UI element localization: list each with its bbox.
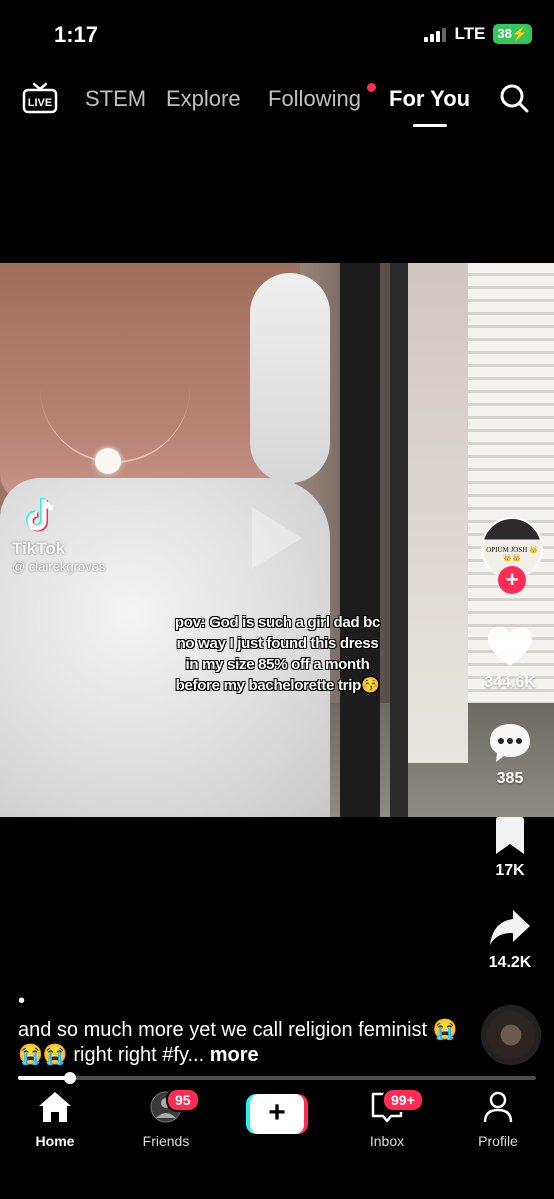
network-type: LTE <box>454 24 486 43</box>
share-button[interactable]: 14.2K <box>474 908 546 972</box>
tab-profile-label: Profile <box>478 1133 518 1149</box>
status-time: 1:17 <box>54 22 99 47</box>
playback-progress[interactable] <box>18 1072 536 1084</box>
live-icon[interactable]: LIVE <box>22 82 58 114</box>
tab-for-you[interactable]: For You <box>389 86 470 112</box>
bottom-tab-bar: Home 95 Friends + 99+ Inbox Profile <box>0 1084 554 1199</box>
video-necklace <box>95 448 121 474</box>
status-bar: 1:17 LTE 38⚡ <box>0 0 554 70</box>
video-caption-overlay: pov: God is such a girl dad bc no way I … <box>174 614 381 694</box>
tab-friends-label: Friends <box>142 1133 190 1149</box>
create-button[interactable]: + <box>246 1094 308 1134</box>
save-button[interactable]: 17K <box>474 816 546 880</box>
tab-explore[interactable]: Explore <box>166 86 241 112</box>
playback-progress-fill <box>18 1076 70 1080</box>
active-tab-indicator <box>413 124 447 127</box>
tiktok-logo-icon <box>26 498 54 532</box>
tab-friends[interactable]: 95 Friends <box>121 1088 211 1149</box>
top-nav: LIVE STEM Explore Following For You <box>0 78 554 130</box>
music-disc-avatar[interactable] <box>481 1005 541 1065</box>
inbox-badge: 99+ <box>382 1088 424 1112</box>
search-icon[interactable] <box>498 82 530 114</box>
comment-icon <box>490 724 530 762</box>
tab-inbox-label: Inbox <box>369 1133 405 1149</box>
tab-home[interactable]: Home <box>10 1090 100 1149</box>
video-description[interactable]: and so much more yet we call religion fe… <box>18 1018 468 1068</box>
tiktok-watermark: TikTok @ clairekgroves <box>12 496 162 574</box>
comment-count: 385 <box>496 770 524 787</box>
tab-stem[interactable]: STEM <box>85 86 146 112</box>
more-link[interactable]: more <box>210 1044 259 1066</box>
video-dress-feather <box>250 273 330 483</box>
comment-button[interactable]: 385 <box>474 722 546 788</box>
following-notification-dot <box>367 83 376 92</box>
tab-home-label: Home <box>35 1133 75 1149</box>
profile-icon <box>483 1091 513 1123</box>
heart-icon <box>488 627 532 666</box>
video-bg-frame <box>340 263 380 817</box>
video-bg-frame <box>390 263 408 817</box>
status-indicators: LTE 38⚡ <box>424 24 532 44</box>
save-count: 17K <box>495 862 525 879</box>
video-necklace-chain <box>40 303 190 463</box>
like-button[interactable]: 344.6K <box>474 626 546 692</box>
plus-icon: + <box>250 1094 304 1134</box>
watermark-brand: TikTok <box>12 539 66 558</box>
share-count: 14.2K <box>488 954 532 971</box>
playback-progress-knob[interactable] <box>63 1072 76 1084</box>
battery-level: 38 <box>497 26 512 41</box>
live-label: LIVE <box>28 97 52 109</box>
like-count: 344.6K <box>484 674 536 691</box>
video-bg-mirror <box>408 263 468 763</box>
play-icon[interactable] <box>246 503 306 573</box>
watermark-handle: @ clairekgroves <box>12 559 106 574</box>
battery-icon: 38⚡ <box>493 24 532 44</box>
tab-inbox[interactable]: 99+ Inbox <box>342 1088 432 1149</box>
home-icon <box>39 1092 71 1122</box>
bookmark-icon <box>496 817 524 854</box>
video-player[interactable]: TikTok @ clairekgroves pov: God is such … <box>0 263 554 817</box>
follow-button[interactable]: + <box>498 566 526 594</box>
description-dot: • <box>18 990 26 1012</box>
friends-badge: 95 <box>166 1088 200 1112</box>
creator-avatar-text: OPIUM JOSH 👑👑👑 <box>486 546 538 562</box>
share-icon <box>490 910 530 945</box>
tab-profile[interactable]: Profile <box>453 1090 543 1149</box>
tab-following[interactable]: Following <box>268 86 361 112</box>
signal-icon <box>424 26 447 42</box>
